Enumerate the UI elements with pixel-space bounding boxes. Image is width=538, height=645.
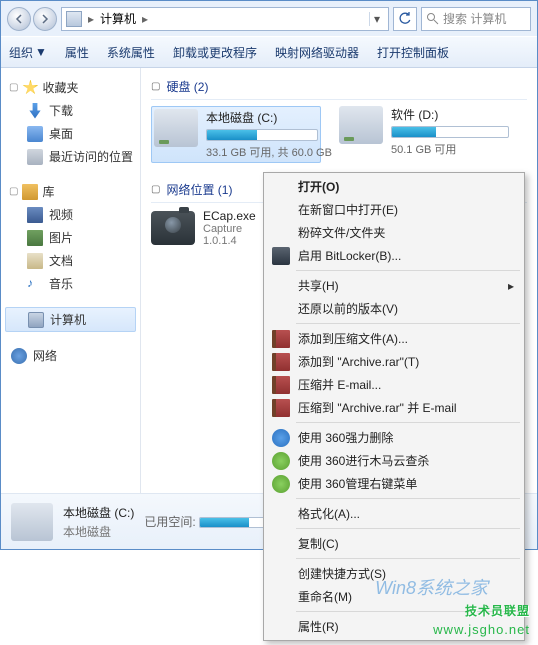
ctx-360-delete[interactable]: 使用 360强力删除: [266, 426, 522, 449]
nav-music[interactable]: ♪音乐: [1, 272, 140, 295]
item-sub1: Capture: [203, 223, 256, 235]
back-button[interactable]: [7, 7, 31, 31]
network-icon: [11, 348, 27, 364]
drive-icon: [339, 106, 383, 144]
nav-documents[interactable]: 文档: [1, 249, 140, 272]
toolbar: 组织 ▼ 属性 系统属性 卸载或更改程序 映射网络驱动器 打开控制面板: [1, 36, 537, 68]
item-sub2: 1.0.1.4: [203, 235, 256, 247]
uninstall-button[interactable]: 卸载或更改程序: [173, 44, 257, 61]
drive-free: 50.1 GB 可用: [391, 141, 509, 157]
picture-icon: [27, 230, 43, 246]
separator: [296, 528, 520, 529]
360-icon: [272, 452, 290, 470]
libraries-header[interactable]: ▢库: [1, 180, 140, 203]
library-icon: [22, 184, 38, 200]
separator: [296, 270, 520, 271]
refresh-button[interactable]: [393, 7, 417, 31]
drive-c[interactable]: 本地磁盘 (C:) 33.1 GB 可用, 共 60.0 GB: [151, 106, 321, 163]
ctx-share[interactable]: 共享(H)▸: [266, 274, 522, 297]
bitlocker-icon: [272, 247, 290, 265]
360-icon: [272, 475, 290, 493]
ctx-zip-to[interactable]: 压缩到 "Archive.rar" 并 E-mail: [266, 396, 522, 419]
nav-desktop[interactable]: 桌面: [1, 122, 140, 145]
search-icon: [426, 12, 439, 25]
organize-menu[interactable]: 组织 ▼: [9, 44, 47, 61]
video-icon: [27, 207, 43, 223]
ctx-copy[interactable]: 复制(C): [266, 532, 522, 555]
music-icon: ♪: [27, 276, 43, 292]
ctx-format[interactable]: 格式化(A)...: [266, 502, 522, 525]
address-bar[interactable]: ▸ 计算机 ▸ ▾: [61, 7, 389, 31]
properties-button[interactable]: 属性: [65, 44, 89, 61]
star-icon: [22, 80, 38, 96]
breadcrumb-sep: ▸: [140, 12, 150, 26]
favorites-header[interactable]: ▢收藏夹: [1, 76, 140, 99]
separator: [296, 498, 520, 499]
capacity-bar: [206, 129, 318, 141]
address-dropdown[interactable]: ▾: [369, 12, 384, 26]
drive-name: 软件 (D:): [391, 106, 509, 123]
computer-icon: [66, 11, 82, 27]
nav-pictures[interactable]: 图片: [1, 226, 140, 249]
submenu-arrow: ▸: [508, 279, 514, 293]
drive-icon: [11, 503, 53, 541]
drive-d[interactable]: 软件 (D:) 50.1 GB 可用: [339, 106, 509, 163]
rar-icon: [272, 399, 290, 417]
group-hdd[interactable]: ▢硬盘 (2): [151, 74, 527, 100]
forward-button[interactable]: [33, 7, 57, 31]
ctx-open[interactable]: 打开(O): [266, 175, 522, 198]
item-name: ECap.exe: [203, 209, 256, 223]
drive-free: 33.1 GB 可用, 共 60.0 GB: [206, 144, 318, 160]
nav-recent[interactable]: 最近访问的位置: [1, 145, 140, 168]
ctx-restore[interactable]: 还原以前的版本(V): [266, 297, 522, 320]
rar-icon: [272, 330, 290, 348]
desktop-icon: [27, 126, 43, 142]
separator: [296, 323, 520, 324]
navigation-pane: ▢收藏夹 下载 桌面 最近访问的位置 ▢库 视频 图片 文档 ♪音乐 计算机 网…: [1, 68, 141, 493]
search-placeholder: 搜索 计算机: [443, 10, 506, 27]
recent-icon: [27, 149, 43, 165]
details-type: 本地磁盘: [63, 523, 134, 540]
ctx-zip-email[interactable]: 压缩并 E-mail...: [266, 373, 522, 396]
nav-network[interactable]: 网络: [1, 344, 140, 367]
separator: [296, 422, 520, 423]
nav-videos[interactable]: 视频: [1, 203, 140, 226]
breadcrumb-location[interactable]: 计算机: [100, 10, 136, 27]
ctx-new-window[interactable]: 在新窗口中打开(E): [266, 198, 522, 221]
drive-name: 本地磁盘 (C:): [206, 109, 318, 126]
title-bar: ▸ 计算机 ▸ ▾ 搜索 计算机: [1, 1, 537, 36]
rar-icon: [272, 353, 290, 371]
watermark-faint: Win8系统之家: [375, 574, 488, 600]
ctx-bitlocker[interactable]: 启用 BitLocker(B)...: [266, 244, 522, 267]
breadcrumb-sep: ▸: [86, 12, 96, 26]
360-icon: [272, 429, 290, 447]
details-title: 本地磁盘 (C:): [63, 504, 134, 521]
capacity-bar: [391, 126, 509, 138]
ctx-add-rar[interactable]: 添加到 "Archive.rar"(T): [266, 350, 522, 373]
nav-computer[interactable]: 计算机: [5, 307, 136, 332]
rar-icon: [272, 376, 290, 394]
ctx-add-archive[interactable]: 添加到压缩文件(A)...: [266, 327, 522, 350]
download-icon: [27, 103, 43, 119]
camera-icon: [151, 211, 195, 245]
map-drive-button[interactable]: 映射网络驱动器: [275, 44, 359, 61]
search-box[interactable]: 搜索 计算机: [421, 7, 531, 31]
separator: [296, 611, 520, 612]
drive-icon: [154, 109, 198, 147]
computer-icon: [28, 312, 44, 328]
context-menu: 打开(O) 在新窗口中打开(E) 粉碎文件/文件夹 启用 BitLocker(B…: [263, 172, 525, 641]
control-panel-button[interactable]: 打开控制面板: [377, 44, 449, 61]
ctx-shred[interactable]: 粉碎文件/文件夹: [266, 221, 522, 244]
document-icon: [27, 253, 43, 269]
separator: [296, 558, 520, 559]
system-properties-button[interactable]: 系统属性: [107, 44, 155, 61]
ctx-360-scan[interactable]: 使用 360进行木马云查杀: [266, 449, 522, 472]
ctx-properties[interactable]: 属性(R): [266, 615, 522, 638]
used-label: 已用空间:: [144, 515, 195, 529]
nav-downloads[interactable]: 下载: [1, 99, 140, 122]
ctx-360-menu[interactable]: 使用 360管理右键菜单: [266, 472, 522, 495]
